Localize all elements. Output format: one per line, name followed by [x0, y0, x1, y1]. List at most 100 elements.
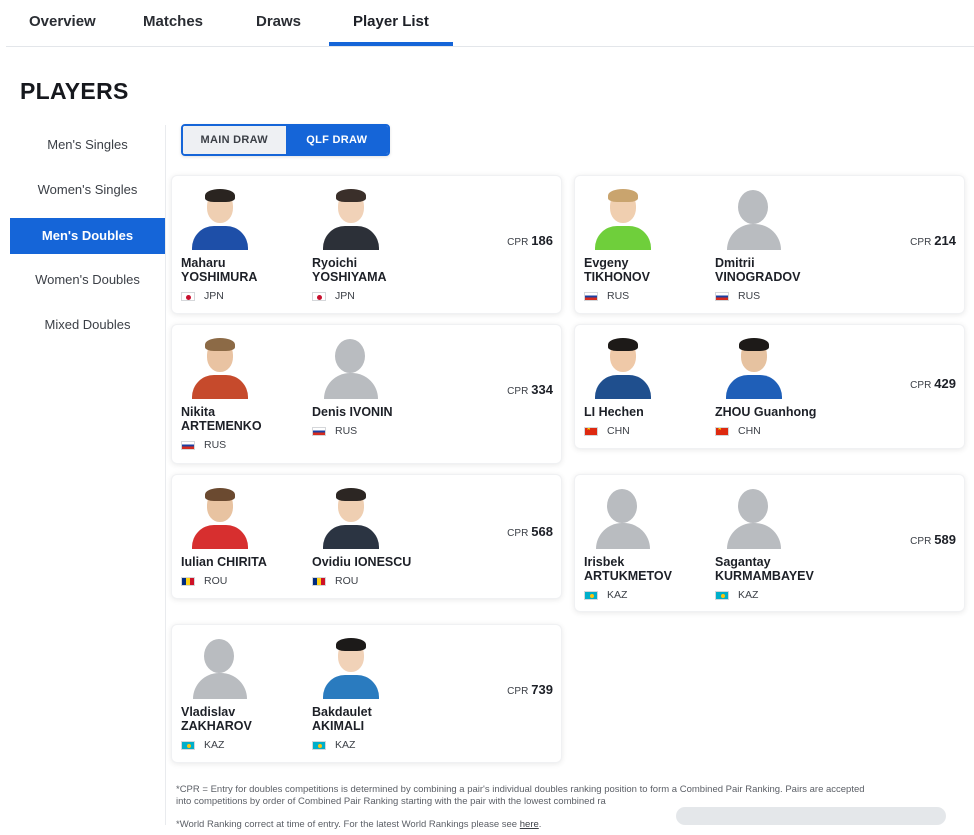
avatar-placeholder-icon: [321, 337, 381, 399]
cpr-label: CPR: [507, 386, 529, 397]
player-name[interactable]: Dmitrii VINOGRADOV: [715, 256, 835, 284]
world-rankings-link[interactable]: here: [520, 819, 539, 830]
country-code: KAZ: [335, 739, 356, 751]
player-last-name: ZAKHAROV: [181, 719, 252, 733]
player-entry[interactable]: Denis IVONIN RUS: [312, 337, 432, 437]
player-country: KAZ: [584, 589, 704, 601]
player-name[interactable]: Sagantay KURMAMBAYEV: [715, 555, 835, 583]
flag-jpn-icon: [312, 291, 326, 301]
flag-rou-icon: [181, 576, 195, 586]
player-last-name: YOSHIMURA: [181, 270, 258, 284]
pair-card[interactable]: Irisbek ARTUKMETOV KAZ Sagantay KURMAMBAYEV K…: [574, 474, 965, 612]
player-entry[interactable]: Vladislav ZAKHAROV KAZ: [181, 637, 301, 751]
avatar-placeholder-icon: [724, 188, 784, 250]
player-photo: [190, 337, 250, 399]
player-name[interactable]: LI Hechen: [584, 405, 704, 419]
player-name[interactable]: Vladislav ZAKHAROV: [181, 705, 301, 733]
player-entry[interactable]: Nikita ARTEMENKO RUS: [181, 337, 301, 451]
country-code: CHN: [607, 425, 630, 437]
player-entry[interactable]: ZHOU Guanhong CHN: [715, 337, 835, 437]
sidebar-item-womens-doubles[interactable]: Women's Doubles: [10, 262, 165, 298]
player-name[interactable]: ZHOU Guanhong: [715, 405, 835, 419]
player-first-name: Bakdaulet: [312, 705, 372, 719]
cpr-label: CPR: [507, 237, 529, 248]
flag-rou-icon: [312, 576, 326, 586]
cpr-rank: CPR 214: [910, 233, 956, 248]
cpr-value: 739: [531, 682, 553, 697]
tab-matches[interactable]: Matches: [143, 13, 203, 30]
flag-rus-icon: [715, 291, 729, 301]
country-code: ROU: [204, 575, 228, 587]
pair-card[interactable]: Evgeny TIKHONOV RUS Dmitrii VINOGRADOV RUS CPR…: [574, 175, 965, 314]
sidebar-item-mens-singles[interactable]: Men's Singles: [10, 127, 165, 163]
player-name[interactable]: Maharu YOSHIMURA: [181, 256, 301, 284]
country-code: KAZ: [204, 739, 225, 751]
player-last-name: ZHOU Guanhong: [715, 405, 817, 419]
pair-card[interactable]: Maharu YOSHIMURA JPN Ryoichi YOSHIYAMA JPN CPR…: [171, 175, 562, 314]
player-country: RUS: [312, 425, 432, 437]
top-tab-bar: Overview Matches Draws Player List: [6, 0, 974, 47]
player-last-name: Iulian CHIRITA: [181, 555, 267, 569]
country-code: CHN: [738, 425, 761, 437]
cpr-value: 186: [531, 233, 553, 248]
tab-player-list[interactable]: Player List: [353, 13, 429, 30]
player-entry[interactable]: Ryoichi YOSHIYAMA JPN: [312, 188, 432, 302]
player-name[interactable]: Ovidiu IONESCU: [312, 555, 432, 569]
player-entry[interactable]: Iulian CHIRITA ROU: [181, 487, 301, 587]
avatar-placeholder-icon: [593, 487, 653, 549]
player-entry[interactable]: Ovidiu IONESCU ROU: [312, 487, 432, 587]
country-code: RUS: [738, 290, 761, 302]
qlf-draw-button[interactable]: QLF DRAW: [285, 126, 388, 154]
player-name[interactable]: Ryoichi YOSHIYAMA: [312, 256, 432, 284]
cpr-label: CPR: [910, 380, 932, 391]
player-last-name: ARTUKMETOV: [584, 569, 672, 583]
player-last-name: TIKHONOV: [584, 270, 650, 284]
cpr-rank: CPR 429: [910, 376, 956, 391]
cpr-footnote-line-1: *CPR = Entry for doubles competitions is…: [176, 784, 865, 795]
player-name[interactable]: Denis IVONIN: [312, 405, 432, 419]
flag-kaz-icon: [312, 740, 326, 750]
pair-card[interactable]: Vladislav ZAKHAROV KAZ Bakdaulet AKIMALI KAZ C…: [171, 624, 562, 763]
sidebar-item-mens-doubles[interactable]: Men's Doubles: [10, 218, 165, 254]
pair-card[interactable]: Nikita ARTEMENKO RUS Denis IVONIN RUS CPR 334: [171, 324, 562, 464]
sidebar-item-womens-singles[interactable]: Women's Singles: [10, 172, 165, 208]
country-code: RUS: [204, 439, 227, 451]
player-name[interactable]: Evgeny TIKHONOV: [584, 256, 704, 284]
flag-jpn-icon: [181, 291, 195, 301]
cpr-rank: CPR 186: [507, 233, 553, 248]
flag-chn-icon: [715, 426, 729, 436]
player-photo: [724, 337, 784, 399]
cpr-label: CPR: [507, 528, 529, 539]
player-first-name: Maharu: [181, 256, 226, 270]
player-last-name: VINOGRADOV: [715, 270, 801, 284]
player-entry[interactable]: Maharu YOSHIMURA JPN: [181, 188, 301, 302]
player-name[interactable]: Iulian CHIRITA: [181, 555, 301, 569]
cpr-value: 429: [934, 376, 956, 391]
player-name[interactable]: Bakdaulet AKIMALI: [312, 705, 432, 733]
player-entry[interactable]: Evgeny TIKHONOV RUS: [584, 188, 704, 302]
player-entry[interactable]: Sagantay KURMAMBAYEV KAZ: [715, 487, 835, 601]
flag-kaz-icon: [584, 590, 598, 600]
player-country: KAZ: [181, 739, 301, 751]
player-country: RUS: [715, 290, 835, 302]
player-entry[interactable]: Bakdaulet AKIMALI KAZ: [312, 637, 432, 751]
cpr-rank: CPR 589: [910, 532, 956, 547]
sidebar-item-mixed-doubles[interactable]: Mixed Doubles: [10, 307, 165, 343]
player-entry[interactable]: Irisbek ARTUKMETOV KAZ: [584, 487, 704, 601]
pair-card[interactable]: Iulian CHIRITA ROU Ovidiu IONESCU ROU CPR 568: [171, 474, 562, 599]
player-first-name: Vladislav: [181, 705, 236, 719]
avatar-placeholder-icon: [190, 637, 250, 699]
flag-rus-icon: [312, 426, 326, 436]
player-entry[interactable]: LI Hechen CHN: [584, 337, 704, 437]
pair-card[interactable]: LI Hechen CHN ZHOU Guanhong CHN CPR429: [574, 324, 965, 449]
player-name[interactable]: Irisbek ARTUKMETOV: [584, 555, 704, 583]
main-draw-button[interactable]: MAIN DRAW: [183, 126, 286, 154]
tab-draws[interactable]: Draws: [256, 13, 301, 30]
tab-overview[interactable]: Overview: [29, 13, 96, 30]
flag-rus-icon: [584, 291, 598, 301]
cpr-value: 214: [934, 233, 956, 248]
player-country: JPN: [312, 290, 432, 302]
player-entry[interactable]: Dmitrii VINOGRADOV RUS: [715, 188, 835, 302]
player-first-name: Nikita: [181, 405, 216, 419]
player-name[interactable]: Nikita ARTEMENKO: [181, 405, 301, 433]
